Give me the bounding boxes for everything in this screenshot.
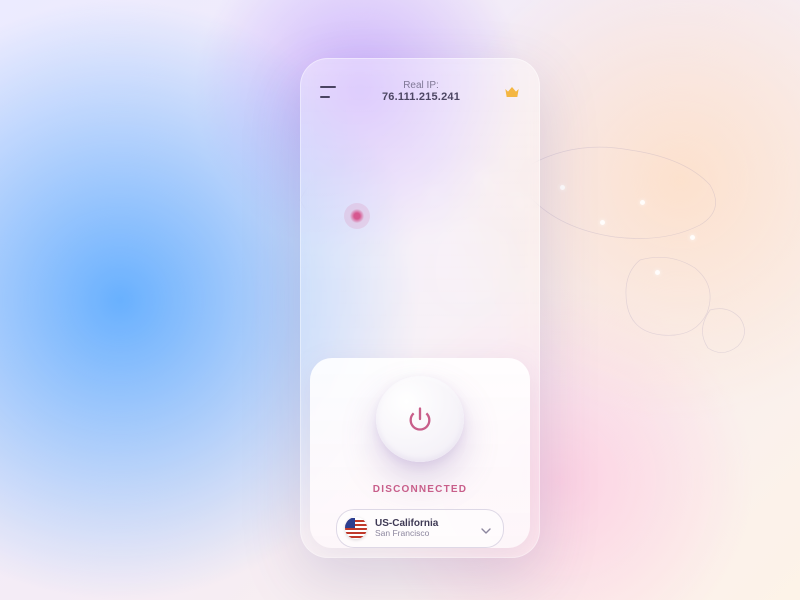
connection-panel: DISCONNECTED US-California San Francisco	[310, 358, 530, 548]
current-location-marker	[350, 209, 364, 223]
map-area	[300, 103, 540, 363]
app-frame: Real IP: 76.111.215.241 DISCONNECTED	[300, 58, 540, 558]
power-icon	[406, 405, 434, 433]
ip-label: Real IP:	[382, 80, 460, 91]
connection-status: DISCONNECTED	[373, 484, 467, 495]
menu-icon[interactable]	[320, 86, 338, 98]
chevron-down-icon	[481, 523, 491, 533]
map-node	[560, 185, 565, 190]
map-node	[640, 200, 645, 205]
ip-value: 76.111.215.241	[382, 91, 460, 103]
server-selector[interactable]: US-California San Francisco	[336, 509, 504, 548]
map-node	[690, 235, 695, 240]
crown-icon[interactable]	[504, 85, 520, 99]
flag-icon	[345, 517, 367, 539]
header: Real IP: 76.111.215.241	[300, 58, 540, 103]
map-node	[655, 270, 660, 275]
server-text: US-California San Francisco	[375, 518, 473, 539]
connect-button[interactable]	[376, 376, 464, 462]
map-node	[600, 220, 605, 225]
server-city: San Francisco	[375, 529, 473, 539]
ip-display: Real IP: 76.111.215.241	[382, 80, 460, 103]
